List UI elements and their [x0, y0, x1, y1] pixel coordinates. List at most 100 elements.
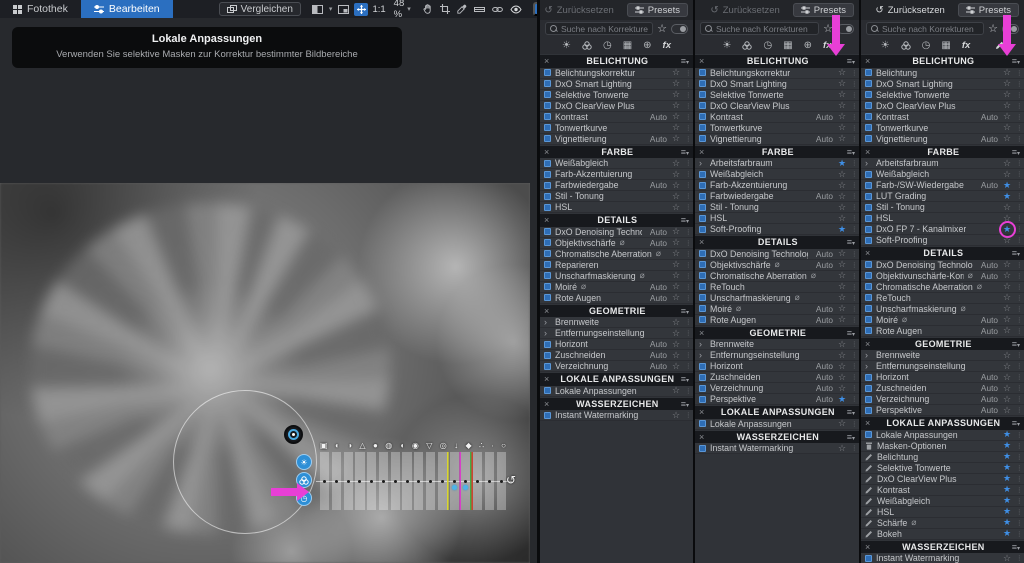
enable-checkbox[interactable]: [865, 69, 872, 76]
single-view-icon[interactable]: [336, 3, 350, 16]
compass-icon[interactable]: ⊕: [804, 40, 812, 51]
palette-row[interactable]: HSL ☆ ⋮: [540, 202, 693, 213]
section-header[interactable]: × LOKALE ANPASSUNGEN ≡▾: [695, 406, 859, 419]
row-menu-icon[interactable]: ⋮: [851, 69, 858, 77]
favorite-star-icon[interactable]: ☆: [1002, 292, 1012, 303]
enable-checkbox[interactable]: [544, 387, 551, 394]
section-menu-icon[interactable]: ≡▾: [1012, 248, 1020, 258]
search-box[interactable]: [700, 22, 820, 35]
equalizer-slider-bar[interactable]: [473, 452, 483, 510]
section-menu-icon[interactable]: ≡▾: [847, 328, 855, 338]
palette-row[interactable]: DxO ClearView Plus ☆ ⋮: [861, 100, 1024, 112]
palette-row[interactable]: Horizont Auto ☆ ⋮: [695, 361, 859, 372]
section-header[interactable]: × BELICHTUNG ≡▾: [540, 55, 693, 68]
palette-row[interactable]: DxO Denoising Technologies Auto ☆ ⋮: [861, 259, 1024, 271]
row-menu-icon[interactable]: ⋮: [851, 316, 858, 324]
favorite-star-icon[interactable]: ☆: [837, 111, 847, 122]
section-menu-icon[interactable]: ≡▾: [681, 147, 689, 157]
row-menu-icon[interactable]: ⋮: [685, 411, 692, 419]
favorite-star-icon[interactable]: ★: [837, 224, 847, 235]
enable-checkbox[interactable]: [699, 124, 706, 131]
close-icon[interactable]: ×: [544, 399, 554, 409]
favorite-star-icon[interactable]: ☆: [1002, 111, 1012, 122]
favorite-star-icon[interactable]: ★: [1002, 528, 1012, 539]
palette-row[interactable]: Verzeichnung Auto ☆ ⋮: [695, 383, 859, 394]
enable-checkbox[interactable]: [699, 444, 706, 452]
equalizer-channel-icon[interactable]: ◐: [335, 441, 340, 450]
palette-row[interactable]: Verzeichnung Auto ☆ ⋮: [540, 361, 693, 372]
equalizer-slider-bar[interactable]: [390, 452, 400, 510]
section-header[interactable]: × WASSERZEICHEN ≡▾: [861, 540, 1024, 553]
enable-checkbox[interactable]: [544, 411, 551, 419]
favorite-star-icon[interactable]: ☆: [837, 133, 847, 144]
close-icon[interactable]: ×: [699, 407, 709, 417]
enable-checkbox[interactable]: [865, 225, 872, 233]
favorite-star-icon[interactable]: ☆: [671, 158, 681, 169]
row-menu-icon[interactable]: ⋮: [1016, 91, 1023, 99]
row-menu-icon[interactable]: ⋮: [685, 294, 692, 302]
favorite-star-icon[interactable]: ☆: [671, 202, 681, 213]
equalizer-reset-icon[interactable]: ↺: [506, 473, 516, 487]
row-menu-icon[interactable]: ⋮: [1016, 192, 1023, 200]
enable-checkbox[interactable]: [699, 305, 706, 312]
favorite-star-icon[interactable]: ☆: [1002, 281, 1012, 292]
favorite-star-icon[interactable]: ☆: [837, 100, 847, 111]
favorite-star-icon[interactable]: ☆: [1002, 383, 1012, 394]
enable-checkbox[interactable]: [699, 272, 706, 279]
favorite-star-icon[interactable]: ☆: [837, 281, 847, 292]
row-menu-icon[interactable]: ⋮: [1016, 272, 1023, 280]
row-menu-icon[interactable]: ⋮: [1016, 69, 1023, 77]
row-menu-icon[interactable]: ⋮: [851, 250, 858, 258]
favorite-star-icon[interactable]: ☆: [671, 270, 681, 281]
palette-row[interactable]: DxO Smart Lighting ☆ ⋮: [540, 78, 693, 90]
row-menu-icon[interactable]: ⋮: [1016, 351, 1023, 359]
favorite-star-icon[interactable]: ☆: [671, 385, 681, 396]
row-menu-icon[interactable]: ⋮: [1016, 453, 1023, 461]
close-icon[interactable]: ×: [865, 147, 875, 157]
palette-row[interactable]: Perspektive Auto ★ ⋮: [695, 394, 859, 405]
row-menu-icon[interactable]: ⋮: [1016, 497, 1023, 505]
equalizer-channel-icon[interactable]: △: [359, 441, 365, 450]
palette-row[interactable]: Soft-Proofing ★ ⋮: [695, 224, 859, 235]
sun-category-button[interactable]: ☀: [296, 454, 312, 470]
favorite-star-icon[interactable]: ☆: [1002, 235, 1012, 246]
zoom-level-caret[interactable]: ▾: [407, 5, 411, 13]
row-menu-icon[interactable]: ⋮: [851, 272, 858, 280]
row-menu-icon[interactable]: ⋮: [851, 351, 858, 359]
row-menu-icon[interactable]: ⋮: [851, 305, 858, 313]
row-menu-icon[interactable]: ⋮: [851, 203, 858, 211]
row-menu-icon[interactable]: ⋮: [685, 228, 692, 236]
enable-checkbox[interactable]: [699, 373, 706, 381]
enable-checkbox[interactable]: [699, 69, 706, 76]
palette-row[interactable]: Moiré ⌀ Auto ☆ ⋮: [861, 314, 1024, 326]
row-menu-icon[interactable]: ⋮: [851, 294, 858, 302]
enable-checkbox[interactable]: [544, 192, 551, 200]
row-menu-icon[interactable]: ⋮: [851, 340, 858, 348]
palette-row[interactable]: Instant Watermarking ☆ ⋮: [695, 443, 859, 454]
palette-row[interactable]: › Brennweite ☆ ⋮: [540, 317, 693, 328]
favorite-star-icon[interactable]: ☆: [837, 78, 847, 89]
favorite-star-icon[interactable]: ★: [1002, 429, 1012, 440]
enable-checkbox[interactable]: [699, 80, 706, 87]
row-menu-icon[interactable]: ⋮: [1016, 508, 1023, 516]
row-menu-icon[interactable]: ⋮: [1016, 124, 1023, 132]
equalizer-slider-bar[interactable]: [355, 452, 365, 510]
enable-checkbox[interactable]: [699, 214, 706, 222]
equalizer-sliders[interactable]: [320, 452, 506, 510]
fx-icon[interactable]: fx: [663, 40, 671, 51]
enable-checkbox[interactable]: [865, 305, 872, 312]
favorite-star-icon[interactable]: ☆: [1002, 259, 1012, 270]
equalizer-slider-bar[interactable]: [402, 452, 412, 510]
palette-row[interactable]: Farbwiedergabe Auto ☆ ⋮: [695, 191, 859, 202]
palette-row[interactable]: Farb-/SW-Wiedergabe Auto ★ ⋮: [861, 180, 1024, 191]
palette-row[interactable]: Soft-Proofing ☆ ⋮: [861, 235, 1024, 246]
palette-row[interactable]: Rote Augen Auto ☆ ⋮: [540, 292, 693, 304]
enable-checkbox[interactable]: [865, 124, 872, 131]
row-menu-icon[interactable]: ⋮: [1016, 135, 1023, 143]
close-icon[interactable]: ×: [699, 56, 709, 66]
section-menu-icon[interactable]: ≡▾: [681, 399, 689, 409]
section-menu-icon[interactable]: ≡▾: [847, 407, 855, 417]
close-icon[interactable]: ×: [699, 432, 709, 442]
search-input[interactable]: [716, 23, 815, 34]
row-menu-icon[interactable]: ⋮: [685, 387, 692, 395]
